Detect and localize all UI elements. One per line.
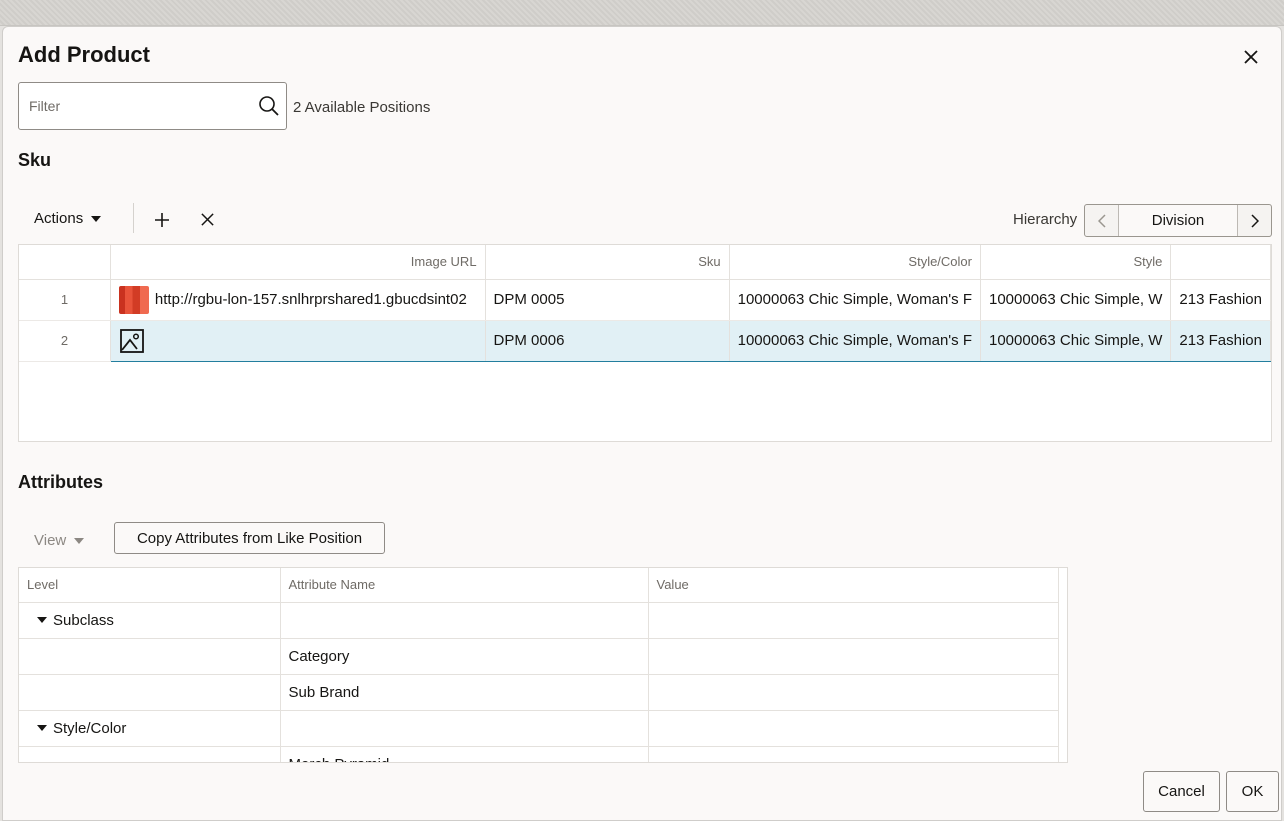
sku-section-title: Sku: [18, 150, 52, 170]
image-url-cell[interactable]: http://rgbu-lon-157.snlhrprshared1.gbucd…: [110, 279, 486, 321]
view-menu-button[interactable]: View: [34, 532, 85, 549]
table-row[interactable]: Category: [19, 638, 1059, 675]
search-icon[interactable]: [258, 95, 280, 117]
table-row[interactable]: Sub Brand: [19, 674, 1059, 711]
style-cell[interactable]: 10000063 Chic Simple, W: [980, 320, 1172, 362]
close-icon: [200, 212, 214, 226]
attributes-grid: Level Attribute Name Value Subclass Cate…: [18, 567, 1068, 763]
close-icon: [1244, 50, 1258, 64]
filter-field[interactable]: [18, 82, 287, 130]
hierarchy-value[interactable]: Division: [1119, 205, 1237, 236]
chevron-left-icon: [1097, 213, 1106, 228]
available-positions-count: 2 Available Positions: [293, 99, 431, 116]
column-header-style-color[interactable]: Style/Color: [729, 245, 981, 280]
style-color-cell[interactable]: 10000063 Chic Simple, Woman's F: [729, 279, 981, 321]
value-cell[interactable]: [648, 674, 1059, 711]
level-cell[interactable]: Style/Color: [19, 710, 281, 747]
row-number: 2: [19, 320, 111, 362]
column-header-extra[interactable]: [1170, 245, 1271, 280]
level-cell: [19, 746, 281, 762]
actions-menu-button[interactable]: Actions: [34, 210, 102, 227]
column-header-sku[interactable]: Sku: [485, 245, 730, 280]
expand-caret-icon[interactable]: [37, 616, 47, 623]
hierarchy-label: Hierarchy: [1013, 211, 1078, 228]
level-label: Style/Color: [53, 719, 127, 737]
table-row[interactable]: Style/Color: [19, 710, 1059, 747]
image-placeholder-icon: [120, 328, 144, 353]
style-cell[interactable]: 10000063 Chic Simple, W: [980, 279, 1172, 321]
column-header-image-url[interactable]: Image URL: [110, 245, 486, 280]
product-thumbnail: [118, 285, 149, 314]
attribute-name-cell: Category: [280, 638, 649, 675]
sku-grid: Image URL Sku Style/Color Style 1 http:/…: [18, 244, 1272, 442]
copy-attributes-button[interactable]: Copy Attributes from Like Position: [114, 522, 385, 554]
add-product-dialog: Add Product 2 Available Positions Sku Ac…: [2, 26, 1282, 821]
attribute-name-cell: [280, 602, 649, 639]
table-row[interactable]: 1 http://rgbu-lon-157.snlhrprshared1.gbu…: [19, 279, 1271, 321]
chevron-right-icon: [1250, 213, 1259, 228]
image-url-text: http://rgbu-lon-157.snlhrprshared1.gbucd…: [154, 290, 467, 308]
plus-icon: [155, 213, 169, 227]
dialog-title: Add Product: [18, 42, 150, 67]
background-page-strip: [0, 0, 1284, 26]
value-cell[interactable]: [648, 710, 1059, 747]
value-cell[interactable]: [648, 638, 1059, 675]
value-cell[interactable]: [648, 602, 1059, 639]
style-color-cell[interactable]: 10000063 Chic Simple, Woman's F: [729, 320, 981, 362]
level-cell: [19, 638, 281, 675]
column-header-value[interactable]: Value: [648, 568, 1059, 603]
row-number: 1: [19, 279, 111, 321]
caret-down-icon: [91, 215, 102, 222]
column-header-style[interactable]: Style: [980, 245, 1172, 280]
toolbar-separator: [133, 203, 134, 233]
level-label: Subclass: [53, 611, 114, 629]
view-label: View: [34, 532, 67, 549]
attributes-section-title: Attributes: [18, 472, 103, 492]
actions-label: Actions: [34, 210, 84, 227]
add-row-button[interactable]: [151, 209, 173, 231]
extra-cell[interactable]: 213 Fashion: [1170, 279, 1271, 321]
sku-grid-header: Image URL Sku Style/Color Style: [19, 245, 1271, 280]
hierarchy-navigator: Division: [1084, 204, 1272, 237]
attribute-name-cell: Sub Brand: [280, 674, 649, 711]
image-url-cell[interactable]: [110, 320, 486, 362]
sku-cell[interactable]: DPM 0006: [485, 320, 730, 362]
level-cell[interactable]: Subclass: [19, 602, 281, 639]
ok-button[interactable]: OK: [1226, 771, 1279, 812]
remove-row-button[interactable]: [196, 208, 218, 230]
hierarchy-prev-button[interactable]: [1085, 205, 1119, 236]
caret-down-icon: [74, 537, 85, 544]
filter-input[interactable]: [29, 83, 249, 129]
expand-caret-icon[interactable]: [37, 724, 47, 731]
attribute-name-cell: Merch Pyramid: [280, 746, 649, 762]
close-dialog-button[interactable]: [1239, 45, 1263, 69]
extra-cell[interactable]: 213 Fashion: [1170, 320, 1271, 362]
hierarchy-next-button[interactable]: [1237, 205, 1271, 236]
value-cell[interactable]: [648, 746, 1059, 762]
attributes-grid-header: Level Attribute Name Value: [19, 568, 1059, 603]
table-row[interactable]: Merch Pyramid: [19, 746, 1059, 762]
level-cell: [19, 674, 281, 711]
table-row[interactable]: Subclass: [19, 602, 1059, 639]
cancel-button[interactable]: Cancel: [1143, 771, 1220, 812]
column-header-level[interactable]: Level: [19, 568, 281, 603]
table-row[interactable]: 2 DPM 0006 10000063 Chic Simple, Woman's…: [19, 320, 1271, 362]
sku-cell[interactable]: DPM 0005: [485, 279, 730, 321]
column-header-row-number: [19, 245, 111, 280]
attribute-name-cell: [280, 710, 649, 747]
column-header-attribute-name[interactable]: Attribute Name: [280, 568, 649, 603]
